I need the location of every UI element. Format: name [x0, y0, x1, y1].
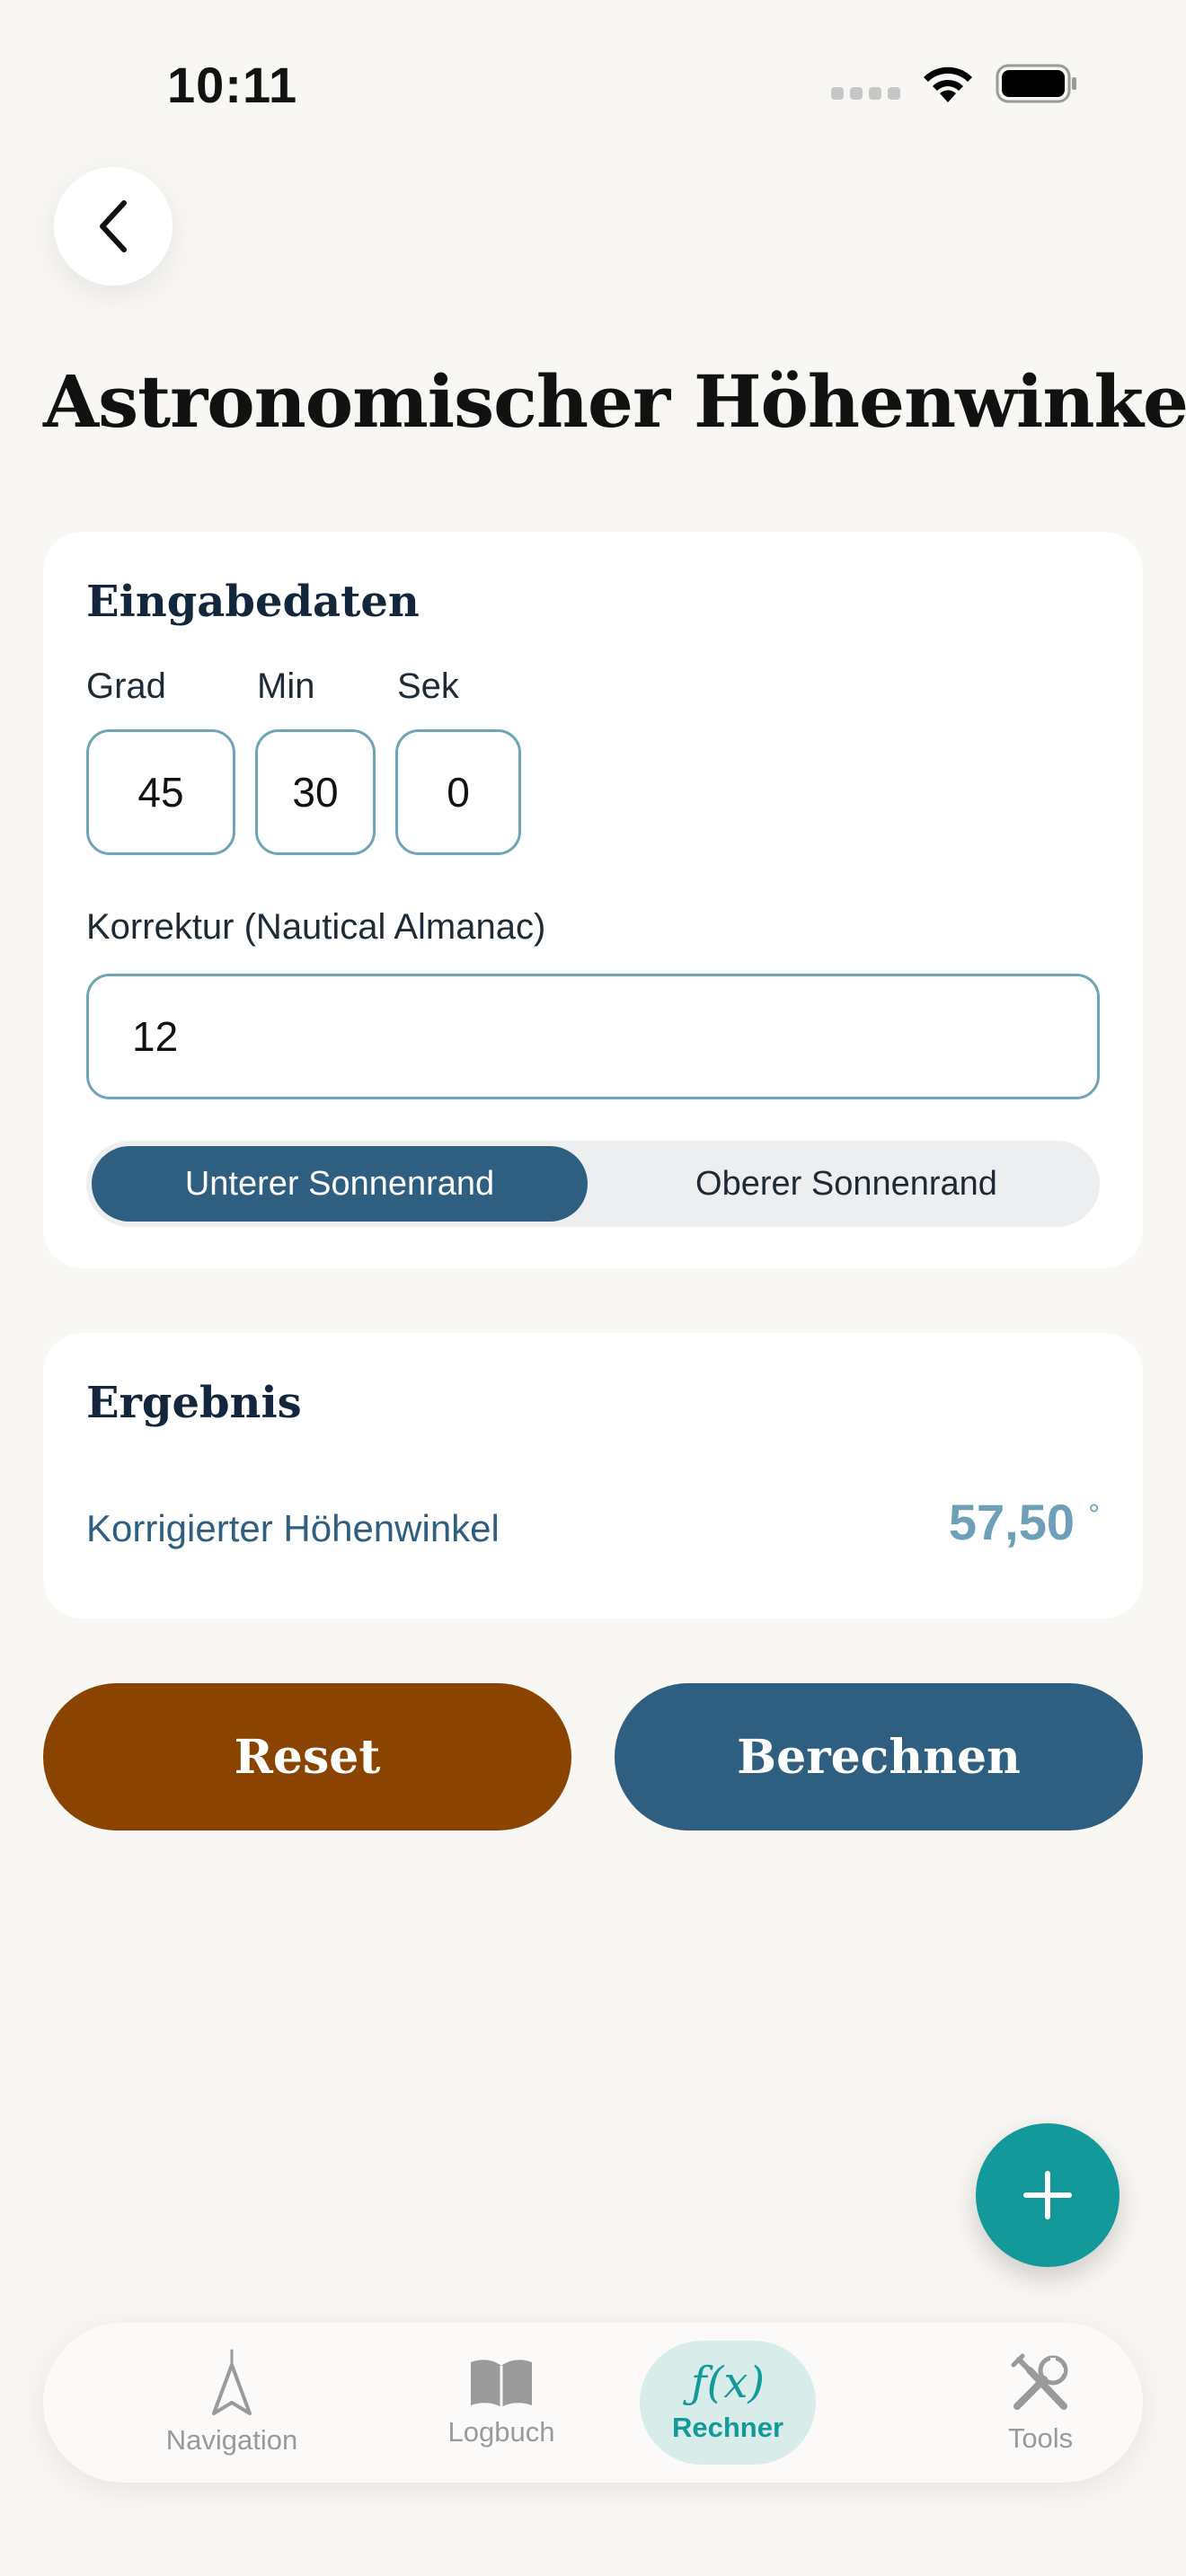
grad-input[interactable]: 45 [86, 729, 235, 855]
min-input[interactable]: 30 [255, 729, 376, 855]
cellular-signal-icon [831, 87, 900, 100]
tab-rechner[interactable]: ƒ(x) Rechner [640, 2323, 816, 2483]
plus-icon [1023, 2171, 1072, 2219]
sek-label: Sek [397, 666, 459, 706]
tab-navigation-label: Navigation [165, 2424, 298, 2456]
result-label: Korrigierter Höhenwinkel [86, 1507, 500, 1549]
battery-icon [996, 64, 1078, 103]
status-icons [831, 63, 1078, 104]
sek-input[interactable]: 0 [395, 729, 521, 855]
tab-tools[interactable]: Tools [906, 2323, 1175, 2483]
result-card: Ergebnis Korrigierter Höhenwinkel 57,50 … [43, 1333, 1143, 1619]
book-icon [471, 2360, 532, 2407]
segment-upper-limb[interactable]: Oberer Sonnenrand [598, 1146, 1094, 1222]
input-card: Eingabedaten Grad Min Sek 45 30 0 Korrek… [43, 532, 1143, 1268]
tab-navigation[interactable]: Navigation [97, 2323, 367, 2483]
correction-input[interactable]: 12 [86, 974, 1100, 1099]
tab-logbuch-label: Logbuch [447, 2416, 555, 2448]
correction-label: Korrektur (Nautical Almanac) [86, 907, 546, 947]
tab-tools-label: Tools [1007, 2422, 1074, 2454]
result-value: 57,50 [948, 1494, 1075, 1550]
tab-rechner-label: Rechner [671, 2412, 784, 2443]
wifi-icon [920, 63, 976, 104]
screen: 10:11 Astronomischer Höhenwinkel Eingabe… [0, 0, 1186, 2576]
tools-icon [1011, 2353, 1068, 2410]
function-fx-icon: ƒ(x) [690, 2358, 766, 2408]
navigation-arrow-icon [212, 2349, 252, 2415]
reset-button[interactable]: Reset [43, 1683, 571, 1831]
min-label: Min [257, 666, 315, 706]
add-button[interactable] [976, 2123, 1120, 2267]
tab-logbuch[interactable]: Logbuch [367, 2323, 636, 2483]
result-unit: ° [1088, 1498, 1100, 1531]
segment-lower-limb[interactable]: Unterer Sonnenrand [92, 1146, 588, 1222]
input-card-title: Eingabedaten [86, 577, 420, 627]
grad-label: Grad [86, 666, 166, 706]
back-button[interactable] [54, 167, 173, 286]
chevron-left-icon [100, 200, 127, 252]
calculate-button[interactable]: Berechnen [615, 1683, 1143, 1831]
tab-bar: Navigation Logbuch ƒ(x) Rechner Tools [43, 2323, 1143, 2483]
result-card-title: Ergebnis [86, 1378, 302, 1428]
page-title: Astronomischer Höhenwinkel [43, 359, 1186, 444]
sun-limb-segmented-control: Unterer Sonnenrand Oberer Sonnenrand [86, 1141, 1100, 1227]
status-time: 10:11 [167, 57, 298, 113]
